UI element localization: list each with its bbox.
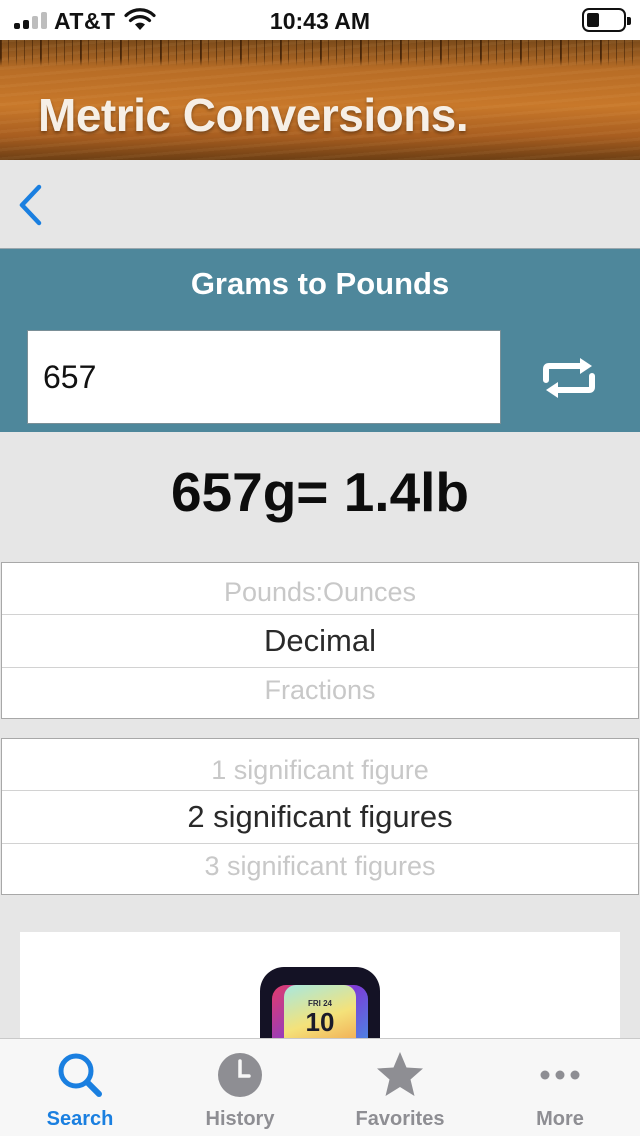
status-time: 10:43 AM [269, 8, 371, 34]
tab-label: Favorites [355, 1108, 445, 1130]
picker-option-selected[interactable]: Decimal [2, 614, 638, 668]
icon-number-label: 10 [305, 1007, 335, 1037]
precision-picker[interactable]: 1 significant figure 2 significant figur… [1, 738, 639, 895]
format-picker[interactable]: Pounds:Ounces Decimal Fractions [1, 562, 639, 719]
tab-label: History [205, 1108, 275, 1130]
picker-option-below[interactable]: Fractions [2, 675, 638, 706]
swap-units-icon[interactable] [536, 358, 602, 398]
more-icon [540, 1070, 580, 1080]
tab-favorites[interactable]: Favorites [320, 1038, 480, 1136]
battery-icon [582, 8, 631, 32]
ruler-decoration [0, 40, 640, 66]
banner-title: Metric Conversions. [38, 89, 469, 141]
star-icon [377, 1052, 423, 1096]
tab-search[interactable]: Search [0, 1038, 160, 1136]
search-icon [58, 1053, 102, 1097]
tab-label: Search [46, 1108, 114, 1130]
picker-option-below[interactable]: 3 significant figures [2, 851, 638, 882]
picker-option-above[interactable]: Pounds:Ounces [2, 577, 638, 608]
clock-icon [218, 1053, 262, 1097]
status-bar: AT&T 10:43 AM [0, 0, 640, 40]
picker-option-selected[interactable]: 2 significant figures [2, 790, 638, 844]
conversion-title: Grams to Pounds [190, 266, 450, 301]
conversion-result: 657g= 1.4lb [170, 461, 470, 523]
app-banner: Metric Conversions. [0, 40, 640, 160]
picker-option-above[interactable]: 1 significant figure [2, 755, 638, 786]
tab-label: More [536, 1108, 584, 1130]
advertised-app-icon[interactable]: FRI 24 10 [260, 967, 380, 1047]
value-input[interactable] [27, 330, 501, 424]
tab-more[interactable]: More [480, 1038, 640, 1136]
back-chevron-icon[interactable] [14, 182, 48, 228]
tab-history[interactable]: History [160, 1038, 320, 1136]
navigation-bar [0, 160, 640, 248]
